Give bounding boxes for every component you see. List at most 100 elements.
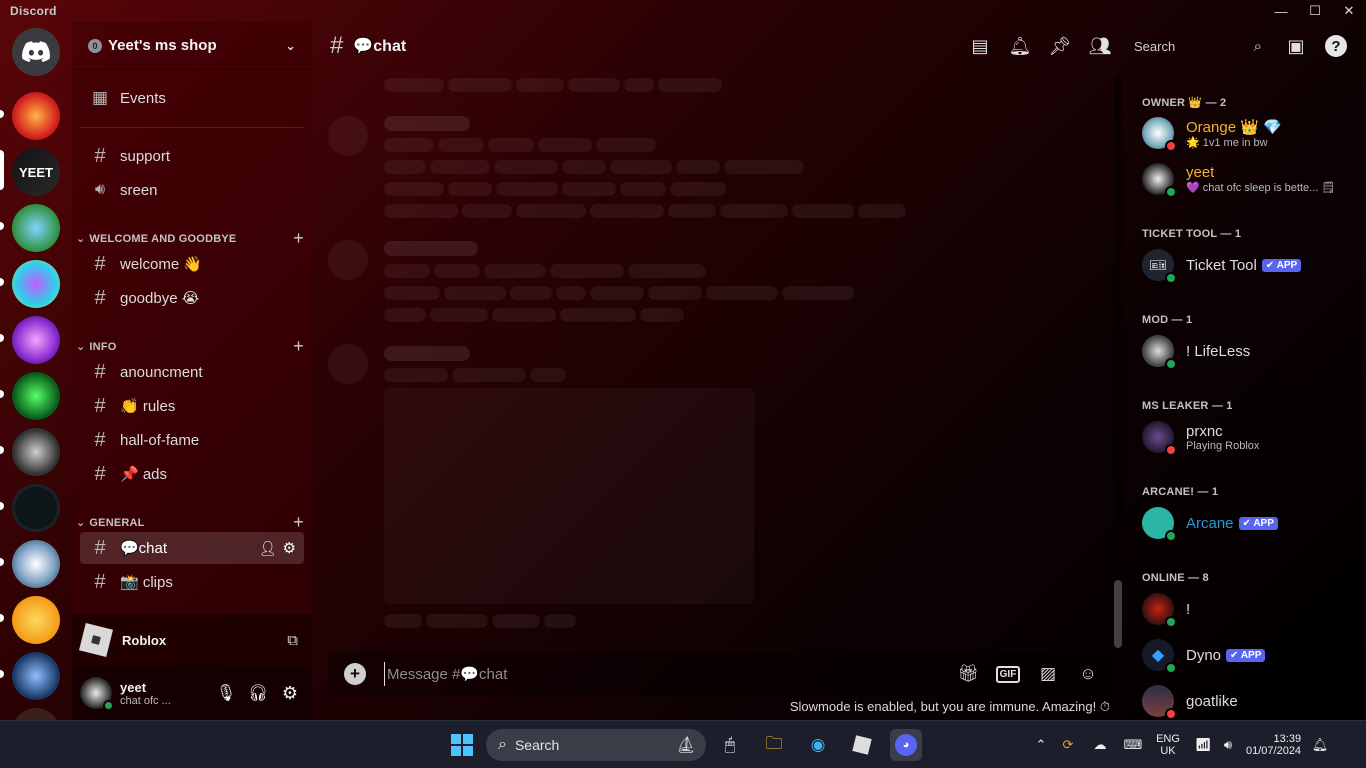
hash-icon: # — [94, 570, 106, 593]
close-button[interactable]: ✕ — [1332, 0, 1366, 22]
member-dyno[interactable]: ◆ Dyno ✔ APP — [1142, 634, 1362, 676]
volume-icon[interactable]: 🔊︎ — [1216, 737, 1240, 753]
server-icon-pink[interactable] — [12, 316, 60, 364]
message-scrollbar[interactable] — [1114, 74, 1122, 648]
edge-icon[interactable]: ◉ — [802, 729, 834, 761]
stream-icon[interactable]: ⧉ — [287, 632, 298, 649]
speaker-icon: 🔊︎ — [94, 181, 106, 198]
add-channel-icon[interactable]: + — [293, 336, 304, 357]
headphones-icon[interactable]: 🎧︎ — [242, 683, 274, 703]
add-channel-icon[interactable]: + — [293, 228, 304, 249]
wifi-icon[interactable]: 📶︎ — [1190, 737, 1216, 753]
avatar[interactable] — [80, 677, 114, 711]
microphone-icon[interactable]: 🎙︎ — [210, 683, 242, 703]
server-icon-hood[interactable] — [12, 428, 60, 476]
user-status: chat ofc ... — [120, 694, 171, 707]
gear-icon[interactable]: ⚙ — [274, 683, 306, 704]
category-info[interactable]: ⌄ INFO + — [76, 336, 304, 357]
home-button[interactable] — [12, 28, 60, 76]
help-icon[interactable]: ? — [1316, 35, 1356, 57]
avatar-skeleton — [328, 344, 368, 384]
scrollbar-thumb[interactable] — [1114, 580, 1122, 648]
category-welcome[interactable]: ⌄ WELCOME AND GOODBYE + — [76, 228, 304, 249]
roblox-taskbar-icon[interactable] — [846, 729, 878, 761]
bell-icon[interactable]: 🔔︎ — [1000, 36, 1040, 57]
server-icon-emoji[interactable] — [12, 596, 60, 644]
unread-indicator — [0, 390, 4, 398]
channel-sreen[interactable]: 🔊︎ sreen — [80, 174, 304, 206]
channel-goodbye[interactable]: # goodbye 😭 — [80, 282, 304, 314]
server-icon-yeet[interactable]: YEET — [12, 148, 60, 196]
channel-support[interactable]: # support — [80, 140, 304, 172]
server-icon-shield[interactable] — [12, 260, 60, 308]
gif-icon[interactable]: GIF — [988, 665, 1028, 683]
member-goatlike[interactable]: goatlike — [1142, 680, 1362, 720]
member-lifeless[interactable]: ! LifeLess — [1142, 330, 1362, 372]
pin-icon[interactable]: 📌︎ — [1040, 36, 1080, 57]
member-orange[interactable]: Orange 👑 💎 🌟 1v1 me in bw — [1142, 112, 1362, 154]
sticker-icon[interactable]: ▨ — [1028, 664, 1068, 684]
keyboard-icon[interactable]: ⌨ — [1116, 737, 1150, 753]
emoji-icon[interactable]: ☺ — [1068, 664, 1108, 684]
message-skeleton — [676, 160, 720, 174]
maximize-button[interactable]: ☐ — [1298, 0, 1332, 22]
cloud-icon[interactable]: ☁ — [1084, 737, 1116, 753]
discord-taskbar-icon[interactable]: ◕ — [890, 729, 922, 761]
chevron-up-icon[interactable]: ⌃ — [1030, 737, 1052, 753]
channel-chat[interactable]: # 💬chat 👤︎ ⚙ — [80, 532, 304, 564]
update-icon[interactable]: ⟳ — [1052, 737, 1084, 753]
locked-hash-icon: # — [94, 360, 106, 383]
add-channel-icon[interactable]: + — [293, 512, 304, 533]
member-prxnc[interactable]: prxnc Playing Roblox — [1142, 416, 1362, 458]
mouse-app-icon[interactable]: 🖱︎ — [714, 729, 746, 761]
message-skeleton — [590, 286, 644, 300]
message-skeleton — [792, 204, 854, 218]
message-skeleton — [444, 286, 506, 300]
message-skeleton — [610, 160, 672, 174]
server-icon-partial[interactable] — [12, 708, 60, 720]
message-skeleton — [496, 182, 558, 196]
member-arcane[interactable]: Arcane ✔ APP — [1142, 502, 1362, 544]
member-name: Orange 👑 💎 — [1186, 118, 1282, 136]
avatar — [1142, 507, 1177, 542]
threads-icon[interactable]: ▤ — [960, 36, 1000, 57]
category-general[interactable]: ⌄ GENERAL + — [76, 512, 304, 533]
guild-header[interactable]: 0 Yeet's ms shop ⌄ — [72, 22, 312, 70]
members-icon[interactable]: 👥︎ — [1080, 36, 1120, 57]
events-item[interactable]: ▦ Events — [80, 82, 304, 114]
gear-icon[interactable]: ⚙ — [283, 539, 296, 557]
member-bang[interactable]: ! — [1142, 588, 1362, 630]
channel-hall-of-fame[interactable]: # hall-of-fame — [80, 424, 304, 456]
server-icon-kirby[interactable] — [12, 204, 60, 252]
server-icon-fire[interactable] — [12, 92, 60, 140]
minimize-button[interactable]: — — [1264, 0, 1298, 22]
invite-icon[interactable]: 👤︎ — [259, 540, 277, 557]
upload-plus-button[interactable]: + — [344, 663, 366, 685]
server-icon-xbox[interactable] — [12, 372, 60, 420]
member-name: yeet — [1186, 164, 1215, 181]
start-icon[interactable] — [446, 729, 478, 761]
taskbar-search[interactable]: ⌕ Search ⛵︎ — [486, 729, 706, 761]
member-ticket-tool[interactable]: 🎫︎ Ticket Tool ✔ APP — [1142, 244, 1362, 286]
channel-welcome[interactable]: # welcome 👋 — [80, 248, 304, 280]
channel-anouncment[interactable]: # anouncment — [80, 356, 304, 388]
member-name: Arcane — [1186, 514, 1234, 532]
clock[interactable]: 13:39 01/07/2024 — [1246, 733, 1301, 757]
inbox-icon[interactable]: ▣ — [1276, 36, 1316, 57]
message-skeleton — [384, 368, 448, 382]
file-explorer-icon[interactable]: 🗀 — [758, 729, 790, 761]
gift-icon[interactable]: 🎁︎ — [948, 664, 988, 684]
avatar — [1142, 685, 1177, 720]
server-icon-ring[interactable] — [12, 484, 60, 532]
member-yeet[interactable]: yeet 💜 chat ofc sleep is bette... 🗒 — [1142, 158, 1362, 200]
channel-rules[interactable]: # 👏 rules — [80, 390, 304, 422]
server-icon-bsgt[interactable] — [12, 652, 60, 700]
search-input[interactable]: Search ⌕ — [1126, 32, 1270, 60]
notification-bell-icon[interactable]: 🔔︎ — [1307, 737, 1333, 753]
channel-ads[interactable]: # 📌 ads — [80, 458, 304, 490]
server-icon-voice[interactable] — [12, 540, 60, 588]
language-indicator[interactable]: ENG UK — [1150, 733, 1186, 757]
channel-clips[interactable]: # 📸 clips — [80, 566, 304, 598]
message-input[interactable] — [384, 662, 804, 686]
avatar — [1142, 335, 1177, 370]
